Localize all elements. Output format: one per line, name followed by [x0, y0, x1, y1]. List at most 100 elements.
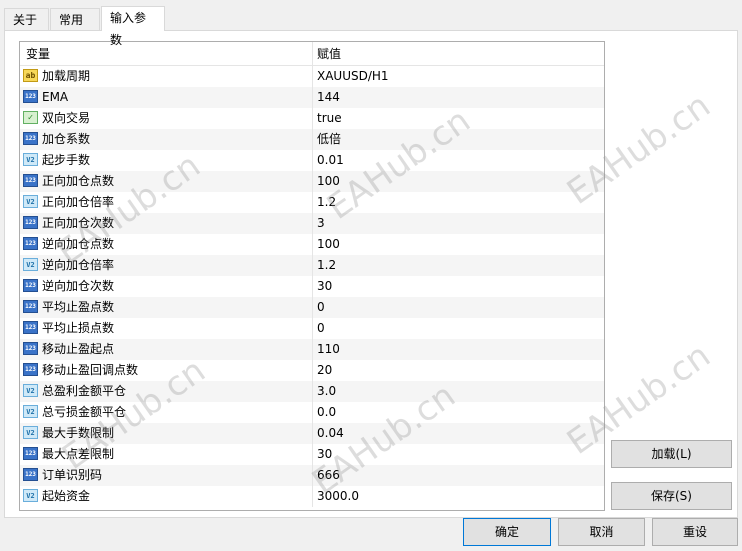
variable-name-cell: V2 逆向加仓倍率	[23, 255, 307, 276]
variable-name-cell: V2 正向加仓倍率	[23, 192, 307, 213]
variable-name-cell: 123 移动止盈回调点数	[23, 360, 307, 381]
variable-name: EMA	[42, 90, 69, 104]
variable-name: 最大点差限制	[42, 447, 115, 461]
column-header-variable[interactable]: 变量	[26, 42, 310, 65]
table-row[interactable]: ✓ 双向交易 true	[20, 108, 604, 129]
table-row[interactable]: V2 总盈利金额平仓 3.0	[20, 381, 604, 402]
integer-type-icon: 123	[23, 216, 38, 229]
integer-type-icon: 123	[23, 174, 38, 187]
variable-value-cell[interactable]: 3.0	[312, 381, 602, 402]
double-type-icon: V2	[23, 258, 38, 271]
variable-value-cell[interactable]: 0	[312, 318, 602, 339]
table-row[interactable]: 123 加仓系数 低倍	[20, 129, 604, 150]
variable-name: 总盈利金额平仓	[42, 384, 127, 398]
variable-name: 移动止盈回调点数	[42, 363, 139, 377]
table-row[interactable]: V2 起步手数 0.01	[20, 150, 604, 171]
variable-name-cell: 123 平均止损点数	[23, 318, 307, 339]
table-row[interactable]: V2 正向加仓倍率 1.2	[20, 192, 604, 213]
table-row[interactable]: 123 逆向加仓次数 30	[20, 276, 604, 297]
table-row[interactable]: 123 平均止损点数 0	[20, 318, 604, 339]
table-row[interactable]: 123 正向加仓点数 100	[20, 171, 604, 192]
table-row[interactable]: 123 正向加仓次数 3	[20, 213, 604, 234]
variable-value-cell[interactable]: 0.0	[312, 402, 602, 423]
ok-button[interactable]: 确定	[463, 518, 551, 546]
variable-value-cell[interactable]: 110	[312, 339, 602, 360]
tab-about[interactable]: 关于	[4, 8, 49, 30]
variable-name: 平均止盈点数	[42, 300, 115, 314]
variable-value-cell[interactable]: 1.2	[312, 192, 602, 213]
integer-type-icon: 123	[23, 300, 38, 313]
table-row[interactable]: V2 起始资金 3000.0	[20, 486, 604, 507]
variable-value-cell[interactable]: 3000.0	[312, 486, 602, 507]
variable-value-cell[interactable]: 144	[312, 87, 602, 108]
double-type-icon: V2	[23, 195, 38, 208]
column-header-value[interactable]: 赋值	[312, 42, 602, 65]
table-row[interactable]: V2 逆向加仓倍率 1.2	[20, 255, 604, 276]
integer-type-icon: 123	[23, 468, 38, 481]
table-row[interactable]: 123 最大点差限制 30	[20, 444, 604, 465]
parameters-table[interactable]: 变量 赋值 ab 加载周期 XAUUSD/H1 123 EMA 144 ✓ 双向交易 true 1…	[19, 41, 605, 511]
variable-name-cell: V2 总盈利金额平仓	[23, 381, 307, 402]
variable-name: 移动止盈起点	[42, 342, 115, 356]
variable-name-cell: 123 逆向加仓点数	[23, 234, 307, 255]
variable-name: 正向加仓倍率	[42, 195, 115, 209]
variable-value-cell[interactable]: 666	[312, 465, 602, 486]
table-row[interactable]: V2 最大手数限制 0.04	[20, 423, 604, 444]
variable-name: 订单识别码	[42, 468, 103, 482]
variable-name: 起始资金	[42, 489, 91, 503]
variable-name: 正向加仓次数	[42, 216, 115, 230]
tab-common[interactable]: 常用	[50, 8, 100, 30]
variable-value-cell[interactable]: 低倍	[312, 129, 602, 150]
load-button[interactable]: 加载(L)	[611, 440, 732, 468]
tab-inputs[interactable]: 输入参数	[101, 6, 165, 47]
integer-type-icon: 123	[23, 237, 38, 250]
table-header: 变量 赋值	[20, 42, 604, 66]
table-row[interactable]: 123 逆向加仓点数 100	[20, 234, 604, 255]
reset-button[interactable]: 重设	[652, 518, 738, 546]
cancel-button[interactable]: 取消	[558, 518, 645, 546]
variable-value-cell[interactable]: 20	[312, 360, 602, 381]
variable-name-cell: 123 移动止盈起点	[23, 339, 307, 360]
table-row[interactable]: ab 加载周期 XAUUSD/H1	[20, 66, 604, 87]
variable-name-cell: V2 起始资金	[23, 486, 307, 507]
variable-value-cell[interactable]: true	[312, 108, 602, 129]
variable-value-cell[interactable]: 30	[312, 444, 602, 465]
variable-value-cell[interactable]: 30	[312, 276, 602, 297]
variable-name: 逆向加仓点数	[42, 237, 115, 251]
integer-type-icon: 123	[23, 90, 38, 103]
variable-name-cell: 123 EMA	[23, 87, 307, 108]
variable-name: 双向交易	[42, 111, 91, 125]
variable-name-cell: V2 总亏损金额平仓	[23, 402, 307, 423]
table-row[interactable]: 123 移动止盈起点 110	[20, 339, 604, 360]
variable-value-cell[interactable]: XAUUSD/H1	[312, 66, 602, 87]
double-type-icon: V2	[23, 489, 38, 502]
variable-name: 平均止损点数	[42, 321, 115, 335]
variable-name-cell: V2 最大手数限制	[23, 423, 307, 444]
variable-value-cell[interactable]: 0.01	[312, 150, 602, 171]
variable-value-cell[interactable]: 0	[312, 297, 602, 318]
table-row[interactable]: 123 移动止盈回调点数 20	[20, 360, 604, 381]
integer-type-icon: 123	[23, 447, 38, 460]
double-type-icon: V2	[23, 426, 38, 439]
table-row[interactable]: V2 总亏损金额平仓 0.0	[20, 402, 604, 423]
table-row[interactable]: 123 订单识别码 666	[20, 465, 604, 486]
string-type-icon: ab	[23, 69, 38, 82]
variable-name: 逆向加仓倍率	[42, 258, 115, 272]
integer-type-icon: 123	[23, 132, 38, 145]
variable-value-cell[interactable]: 100	[312, 234, 602, 255]
integer-type-icon: 123	[23, 279, 38, 292]
double-type-icon: V2	[23, 153, 38, 166]
variable-value-cell[interactable]: 100	[312, 171, 602, 192]
variable-name: 总亏损金额平仓	[42, 405, 127, 419]
variable-name: 起步手数	[42, 153, 91, 167]
variable-name-cell: 123 正向加仓点数	[23, 171, 307, 192]
variable-value-cell[interactable]: 1.2	[312, 255, 602, 276]
variable-name: 加载周期	[42, 69, 91, 83]
table-row[interactable]: 123 平均止盈点数 0	[20, 297, 604, 318]
inputs-panel: 变量 赋值 ab 加载周期 XAUUSD/H1 123 EMA 144 ✓ 双向交易 true 1…	[4, 30, 738, 518]
variable-name-cell: ab 加载周期	[23, 66, 307, 87]
variable-value-cell[interactable]: 0.04	[312, 423, 602, 444]
table-row[interactable]: 123 EMA 144	[20, 87, 604, 108]
variable-value-cell[interactable]: 3	[312, 213, 602, 234]
save-button[interactable]: 保存(S)	[611, 482, 732, 510]
